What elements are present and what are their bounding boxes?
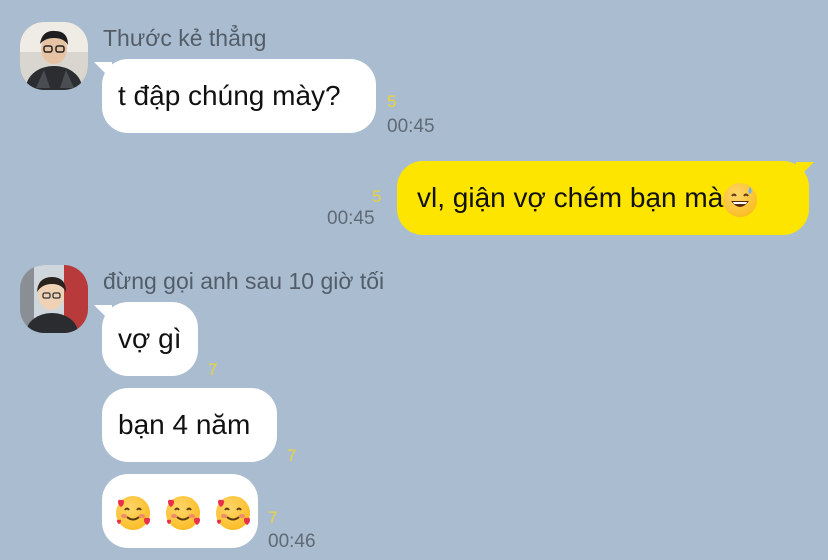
message-text: vợ gì [118,323,182,354]
message-text: bạn 4 năm [118,409,251,440]
message-text: vl, giận vợ chém bạn mà [417,182,724,213]
avatar[interactable] [20,265,88,333]
smiling-face-with-hearts-emoji [215,495,250,530]
message-bubble[interactable]: t đập chúng mày? [102,59,376,133]
smiling-face-with-hearts-emoji [116,495,150,530]
message-time: 00:45 [387,116,435,137]
message-bubble[interactable] [102,474,258,548]
message-bubble[interactable]: bạn 4 năm [102,388,277,462]
avatar[interactable] [20,22,88,90]
bubble-tail [796,162,814,180]
message-time: 00:46 [268,531,316,552]
message-text: t đập chúng mày? [118,80,341,111]
unread-count: 7 [208,360,218,379]
grinning-sweat-emoji [723,182,758,217]
sender-name: Thước kẻ thẳng [103,25,267,51]
unread-count: 7 [287,446,297,465]
smiling-face-with-hearts-emoji [165,495,200,530]
chat-thread[interactable]: Thước kẻ thẳng t đập chúng mày? 5 00:45 … [0,0,828,560]
unread-count: 7 [268,508,278,527]
unread-count: 5 [372,187,382,206]
unread-count: 5 [387,92,397,111]
message-time: 00:45 [327,208,375,229]
message-bubble[interactable]: vợ gì [102,302,198,376]
sender-name: đừng gọi anh sau 10 giờ tối [103,268,385,294]
message-bubble-outgoing[interactable]: vl, giận vợ chém bạn mà [397,161,809,235]
